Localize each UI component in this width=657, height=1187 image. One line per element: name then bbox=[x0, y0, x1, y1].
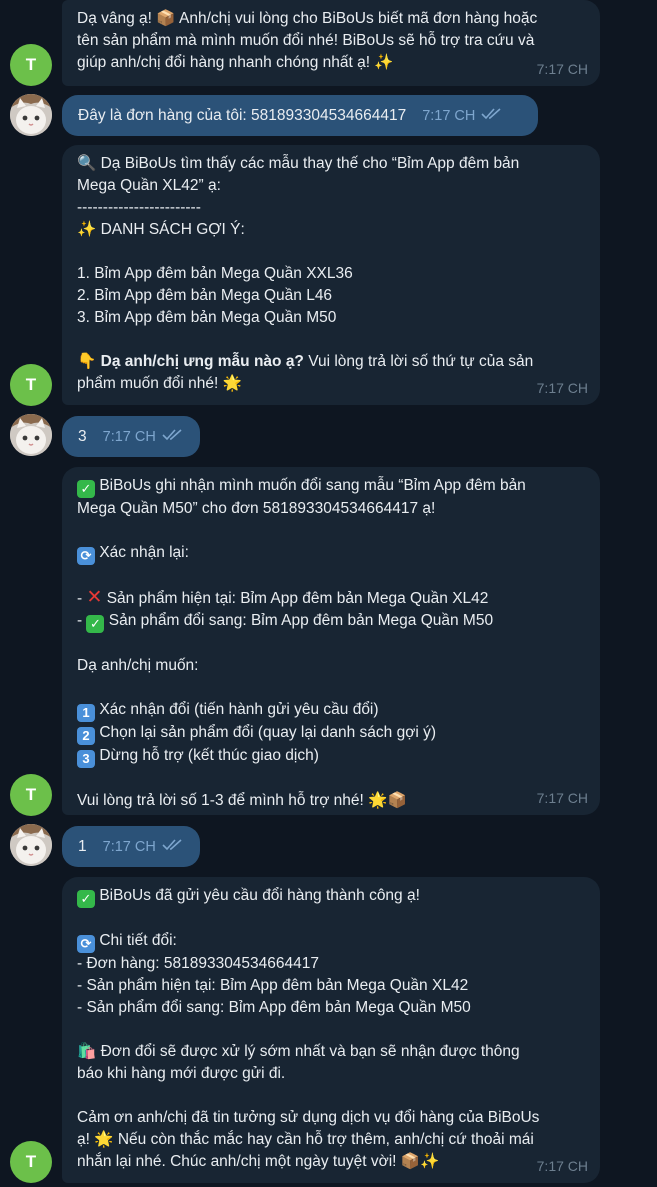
check-mark-icon: ✓ bbox=[86, 615, 105, 633]
refresh-icon: ⟳ bbox=[77, 547, 95, 565]
message-timestamp: 7:17 CH bbox=[102, 838, 156, 855]
message-timestamp: 7:17 CH bbox=[536, 61, 588, 77]
question-rest: Vui lòng trả lời số thứ tự của sản bbox=[303, 353, 534, 370]
question-bold: Dạ anh/chị ưng mẫu nào ạ? bbox=[100, 353, 304, 370]
list-dash: - bbox=[77, 612, 87, 629]
chat-history[interactable]: Dạ vâng ạ! 📦 Anh/chị vui lòng cho BiBoUs… bbox=[0, 0, 657, 1187]
cat-avatar-image bbox=[10, 94, 52, 136]
message-text: Dạ vâng ạ! 📦 Anh/chị vui lòng cho BiBoUs… bbox=[77, 10, 538, 27]
check-mark-icon: ✓ bbox=[77, 480, 95, 498]
user-avatar[interactable] bbox=[10, 414, 52, 456]
user-avatar[interactable] bbox=[10, 94, 52, 136]
message-text: - Đơn hàng: 581893304534664417 bbox=[77, 955, 320, 972]
user-message: 3 7:17 CH bbox=[62, 416, 200, 457]
double-check-icon bbox=[481, 105, 503, 127]
message-timestamp: 7:17 CH bbox=[536, 790, 588, 806]
bot-avatar[interactable]: T bbox=[10, 1141, 52, 1183]
message-text: Dạ anh/chị muốn: bbox=[77, 657, 199, 674]
message-text bbox=[77, 241, 586, 263]
message-text: - Sản phẩm hiện tại: Bỉm App đêm bản Meg… bbox=[77, 977, 469, 994]
message-timestamp: 7:17 CH bbox=[422, 107, 476, 124]
message-text: 3. Bỉm App đêm bản Mega Quần M50 bbox=[77, 309, 337, 326]
message-text: Chi tiết đổi: bbox=[99, 932, 177, 949]
bot-message: Dạ vâng ạ! 📦 Anh/chị vui lòng cho BiBoUs… bbox=[62, 0, 600, 86]
message-text: 1. Bỉm App đêm bản Mega Quần XXL36 bbox=[77, 265, 353, 282]
message-text: Sản phẩm hiện tại: Bỉm App đêm bản Mega … bbox=[106, 590, 489, 607]
message-text: Mega Quần XL42” ạ: bbox=[77, 177, 221, 194]
message-text: BiBoUs đã gửi yêu cầu đổi hàng thành côn… bbox=[99, 887, 420, 904]
message-text: Sản phẩm đổi sang: Bỉm App đêm bản Mega … bbox=[108, 612, 494, 629]
check-mark-icon: ✓ bbox=[77, 890, 95, 908]
keycap-2-icon: 2 bbox=[77, 727, 95, 745]
message-text bbox=[77, 329, 586, 351]
pointing-down-icon: 👇 bbox=[77, 353, 97, 370]
refresh-icon: ⟳ bbox=[77, 935, 95, 953]
message-text: 🛍️ Đơn đổi sẽ được xử lý sớm nhất và bạn… bbox=[77, 1043, 520, 1060]
message-text: phẩm muốn đổi nhé! 🌟 bbox=[77, 375, 242, 392]
cross-mark-icon: ✕ bbox=[86, 587, 103, 608]
message-text: giúp anh/chị đổi hàng nhanh chóng nhất ạ… bbox=[77, 54, 394, 71]
option-text: Xác nhận đổi (tiến hành gửi yêu cầu đổi) bbox=[99, 701, 379, 718]
bot-message: 🔍 Dạ BiBoUs tìm thấy các mẫu thay thế ch… bbox=[62, 145, 600, 405]
double-check-icon bbox=[162, 836, 184, 858]
keycap-1-icon: 1 bbox=[77, 704, 95, 722]
message-timestamp: 7:17 CH bbox=[102, 428, 156, 445]
bot-message: ✓ BiBoUs ghi nhận mình muốn đổi sang mẫu… bbox=[62, 467, 600, 815]
message-text: báo khi hàng mới được gửi đi. bbox=[77, 1065, 286, 1082]
message-text: 🔍 Dạ BiBoUs tìm thấy các mẫu thay thế ch… bbox=[77, 155, 520, 172]
bot-avatar[interactable]: T bbox=[10, 774, 52, 816]
message-text: ạ! 🌟 Nếu còn thắc mắc hay cần hỗ trợ thê… bbox=[77, 1131, 534, 1148]
message-text: nhắn lại nhé. Chúc anh/chị một ngày tuyệ… bbox=[77, 1153, 440, 1170]
message-text: BiBoUs ghi nhận mình muốn đổi sang mẫu “… bbox=[99, 477, 526, 494]
message-text: - Sản phẩm đổi sang: Bỉm App đêm bản Meg… bbox=[77, 999, 471, 1016]
message-text: Cảm ơn anh/chị đã tin tưởng sử dụng dịch… bbox=[77, 1109, 540, 1126]
message-text: tên sản phẩm mà mình muốn đổi nhé! BiBoU… bbox=[77, 32, 535, 49]
cat-avatar-image bbox=[10, 414, 52, 456]
option-text: Chọn lại sản phẩm đổi (quay lại danh sác… bbox=[99, 724, 437, 741]
message-timestamp: 7:17 CH bbox=[536, 1158, 588, 1174]
message-text: Xác nhận lại: bbox=[99, 544, 189, 561]
bot-message: ✓ BiBoUs đã gửi yêu cầu đổi hàng thành c… bbox=[62, 877, 600, 1183]
bot-avatar[interactable]: T bbox=[10, 364, 52, 406]
message-timestamp: 7:17 CH bbox=[536, 380, 588, 396]
message-text: Vui lòng trả lời số 1-3 để mình hỗ trợ n… bbox=[77, 792, 407, 809]
option-text: Dừng hỗ trợ (kết thúc giao dịch) bbox=[99, 747, 319, 764]
message-text: 1 bbox=[78, 837, 87, 855]
message-text: 2. Bỉm App đêm bản Mega Quần L46 bbox=[77, 287, 333, 304]
keycap-3-icon: 3 bbox=[77, 750, 95, 768]
message-text: ------------------------ bbox=[77, 199, 201, 216]
message-text: ✨ DANH SÁCH GỢI Ý: bbox=[77, 221, 245, 238]
message-text: Mega Quần M50” cho đơn 58189330453466441… bbox=[77, 500, 436, 517]
message-question: 👇 Dạ anh/chị ưng mẫu nào ạ? Vui lòng trả… bbox=[77, 351, 586, 373]
bot-avatar[interactable]: T bbox=[10, 44, 52, 86]
user-avatar[interactable] bbox=[10, 824, 52, 866]
user-message: 1 7:17 CH bbox=[62, 826, 200, 867]
message-text: Đây là đơn hàng của tôi: 581893304534664… bbox=[78, 106, 407, 124]
message-text: 3 bbox=[78, 427, 87, 445]
double-check-icon bbox=[162, 426, 184, 448]
user-message: Đây là đơn hàng của tôi: 581893304534664… bbox=[62, 95, 538, 136]
cat-avatar-image bbox=[10, 824, 52, 866]
